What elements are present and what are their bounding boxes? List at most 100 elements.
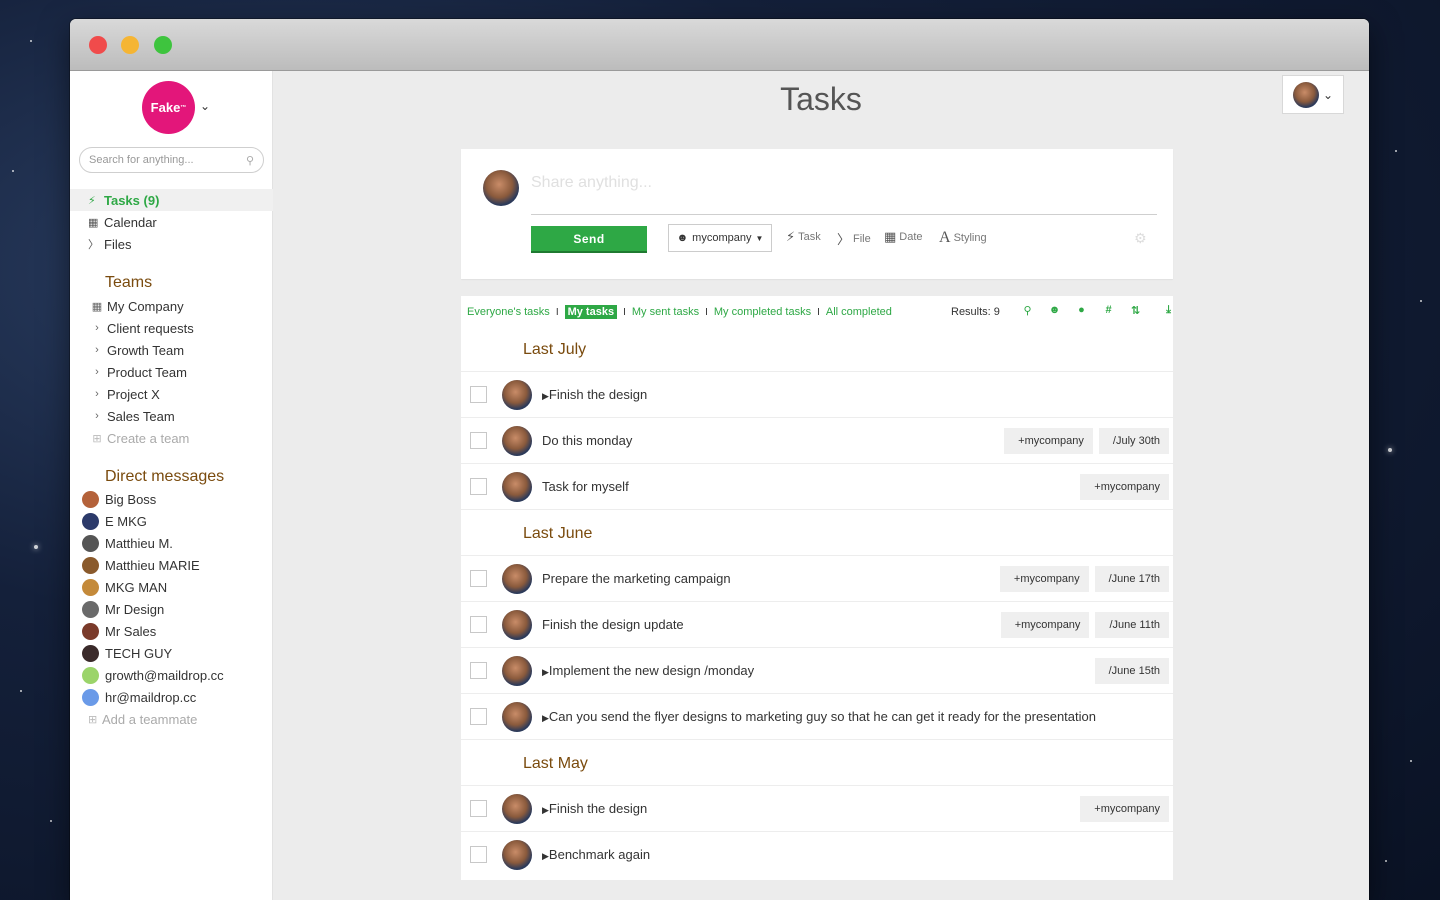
download-icon[interactable]: ⤓ — [1155, 304, 1182, 317]
styling-tool[interactable]: A Styling — [939, 229, 987, 247]
task-checkbox[interactable] — [470, 478, 487, 495]
task-tag[interactable]: +mycompany — [1000, 611, 1090, 638]
team-list: ▦ My Company › Client requests › Growth … — [70, 295, 273, 449]
task-checkbox[interactable] — [470, 846, 487, 863]
company-logo[interactable]: Fake ™ — [142, 81, 195, 134]
task-tool[interactable]: ⚡ Task — [786, 229, 821, 245]
task-text[interactable]: ▶Benchmark again — [542, 847, 1173, 862]
minimize-window-button[interactable] — [121, 36, 139, 54]
task-row[interactable]: Finish the design update +mycompany /Jun… — [461, 601, 1173, 647]
team-item-product-team[interactable]: › Product Team — [70, 361, 273, 383]
task-tool-label: Task — [798, 231, 821, 243]
file-tool[interactable]: 〉 File — [837, 229, 871, 248]
task-checkbox[interactable] — [470, 432, 487, 449]
nav-item-calendar[interactable]: ▦ Calendar — [70, 211, 273, 233]
task-tag[interactable]: /June 15th — [1094, 657, 1169, 684]
avatar — [483, 170, 519, 206]
task-tags: +mycompany — [1080, 795, 1169, 822]
task-text[interactable]: ▶Finish the design — [542, 387, 1173, 402]
dm-label: Mr Sales — [105, 623, 157, 639]
team-item-growth-team[interactable]: › Growth Team — [70, 339, 273, 361]
task-tag[interactable]: /June 11th — [1095, 611, 1169, 638]
task-checkbox[interactable] — [470, 570, 487, 587]
filter-completed-tasks[interactable]: My completed tasks — [714, 306, 811, 318]
task-checkbox[interactable] — [470, 662, 487, 679]
task-tag[interactable]: +mycompany — [1080, 795, 1169, 822]
team-item-project-x[interactable]: › Project X — [70, 383, 273, 405]
dm-item-mr-sales[interactable]: Mr Sales — [70, 620, 273, 642]
direct-messages-heading: Direct messages — [105, 468, 225, 485]
filter-all-completed[interactable]: All completed — [826, 306, 892, 318]
users-icon[interactable]: ☻ — [1041, 304, 1068, 317]
dm-item-matthieu-m[interactable]: Matthieu M. — [70, 532, 273, 554]
nav-item-files[interactable]: 〉 Files — [70, 233, 273, 255]
nav-item-tasks[interactable]: ⚡ Tasks (9) — [70, 189, 273, 211]
task-row[interactable]: ▶Finish the design +mycompany — [461, 785, 1173, 831]
team-item-client-requests[interactable]: › Client requests — [70, 317, 273, 339]
share-input[interactable] — [531, 171, 1157, 195]
dm-item-hr-email[interactable]: hr@maildrop.cc — [70, 686, 273, 708]
caret-right-icon: ▶ — [542, 667, 549, 677]
task-checkbox[interactable] — [470, 386, 487, 403]
task-tag[interactable]: /June 17th — [1094, 565, 1169, 592]
task-row[interactable]: Do this monday +mycompany /July 30th — [461, 417, 1173, 463]
dm-item-big-boss[interactable]: Big Boss — [70, 488, 273, 510]
task-row[interactable]: ▶Finish the design — [461, 371, 1173, 417]
search-icon[interactable]: ⚲ — [246, 154, 254, 167]
sort-icon[interactable]: ⇅ — [1122, 304, 1149, 317]
zoom-window-button[interactable] — [154, 36, 172, 54]
chevron-down-icon[interactable]: ⌄ — [200, 99, 210, 113]
task-row[interactable]: Prepare the marketing campaign +mycompan… — [461, 555, 1173, 601]
task-text[interactable]: ▶Can you send the flyer designs to marke… — [542, 709, 1173, 724]
task-text[interactable]: Do this monday — [542, 433, 1004, 448]
dm-item-e-mkg[interactable]: E MKG — [70, 510, 273, 532]
team-item-sales-team[interactable]: › Sales Team — [70, 405, 273, 427]
main-nav: ⚡ Tasks (9) ▦ Calendar 〉 Files — [70, 189, 273, 255]
dm-item-growth-email[interactable]: growth@maildrop.cc — [70, 664, 273, 686]
search-icon[interactable]: ⚲ — [1014, 304, 1041, 317]
dm-item-mkg-man[interactable]: MKG MAN — [70, 576, 273, 598]
task-row[interactable]: Task for myself +mycompany — [461, 463, 1173, 509]
divider — [531, 214, 1157, 215]
filter-everyone-tasks[interactable]: Everyone's tasks — [467, 306, 550, 318]
task-row[interactable]: ▶Implement the new design /monday /June … — [461, 647, 1173, 693]
user-icon[interactable]: ● — [1068, 304, 1095, 317]
dm-item-mr-design[interactable]: Mr Design — [70, 598, 273, 620]
company-select[interactable]: ☻ mycompany ▼ — [668, 224, 772, 252]
date-tool[interactable]: ▦ Date — [884, 229, 923, 245]
create-team-link[interactable]: ⊞ Create a team — [70, 427, 273, 449]
logo-trademark: ™ — [180, 104, 187, 111]
nav-item-label: Tasks (9) — [104, 192, 160, 208]
task-row[interactable]: ▶Can you send the flyer designs to marke… — [461, 693, 1173, 739]
close-window-button[interactable] — [89, 36, 107, 54]
task-tag[interactable]: +mycompany — [1004, 427, 1093, 454]
task-checkbox[interactable] — [470, 800, 487, 817]
task-text[interactable]: ▶Finish the design — [542, 801, 1080, 816]
add-teammate-link[interactable]: ⊞ Add a teammate — [70, 708, 273, 730]
send-button[interactable]: Send — [531, 226, 647, 251]
search-input[interactable] — [89, 154, 246, 166]
dm-item-matthieu-marie[interactable]: Matthieu MARIE — [70, 554, 273, 576]
search-box[interactable]: ⚲ — [79, 147, 264, 173]
task-text[interactable]: Prepare the marketing campaign — [542, 571, 1000, 586]
task-text[interactable]: Task for myself — [542, 479, 1080, 494]
filter-my-tasks[interactable]: My tasks — [564, 305, 618, 319]
task-text[interactable]: Finish the design update — [542, 617, 1001, 632]
hashtag-icon[interactable]: # — [1095, 304, 1122, 317]
team-item-my-company[interactable]: ▦ My Company — [70, 295, 273, 317]
task-tag[interactable]: +mycompany — [999, 565, 1089, 592]
gear-icon[interactable]: ⚙ — [1134, 230, 1147, 247]
dm-item-tech-guy[interactable]: TECH GUY — [70, 642, 273, 664]
task-tag[interactable]: +mycompany — [1080, 473, 1169, 500]
app-window: Fake™ ⌄ ⚲ ⚡ Tasks (9) ▦ Calendar 〉 Files… — [70, 19, 1369, 900]
caret-right-icon: ▶ — [542, 391, 549, 401]
task-row[interactable]: ▶Benchmark again — [461, 831, 1173, 877]
filter-sent-tasks[interactable]: My sent tasks — [632, 306, 699, 318]
user-menu-button[interactable]: ⌄ — [1282, 75, 1344, 114]
task-text[interactable]: ▶Implement the new design /monday — [542, 663, 1095, 678]
task-checkbox[interactable] — [470, 616, 487, 633]
task-checkbox[interactable] — [470, 708, 487, 725]
task-tags: +mycompany — [1080, 473, 1169, 500]
task-tag[interactable]: /July 30th — [1098, 427, 1169, 454]
dm-list: Big Boss E MKG Matthieu M. Matthieu MARI… — [70, 488, 273, 730]
